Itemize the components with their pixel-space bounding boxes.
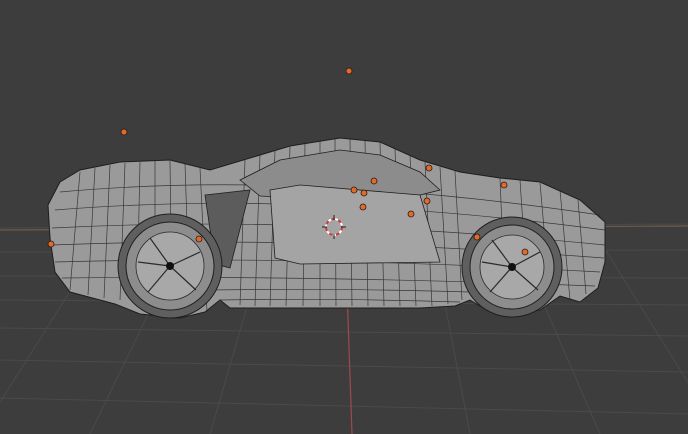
light-object xyxy=(360,189,368,197)
light-object xyxy=(195,235,203,243)
light-object xyxy=(407,210,415,218)
light-object xyxy=(521,248,529,256)
light-object xyxy=(500,181,508,189)
light-object xyxy=(345,67,353,75)
light-object xyxy=(473,233,481,241)
light-object xyxy=(359,203,367,211)
viewport-canvas[interactable] xyxy=(0,0,688,434)
light-object xyxy=(370,177,378,185)
light-object xyxy=(423,197,431,205)
car-door xyxy=(269,184,441,265)
front-wheel[interactable] xyxy=(461,216,563,318)
3d-viewport[interactable] xyxy=(0,0,688,434)
light-object xyxy=(425,164,433,172)
rear-wheel[interactable] xyxy=(117,213,223,319)
light-object xyxy=(350,186,358,194)
light-object xyxy=(47,240,55,248)
light-object xyxy=(120,128,128,136)
